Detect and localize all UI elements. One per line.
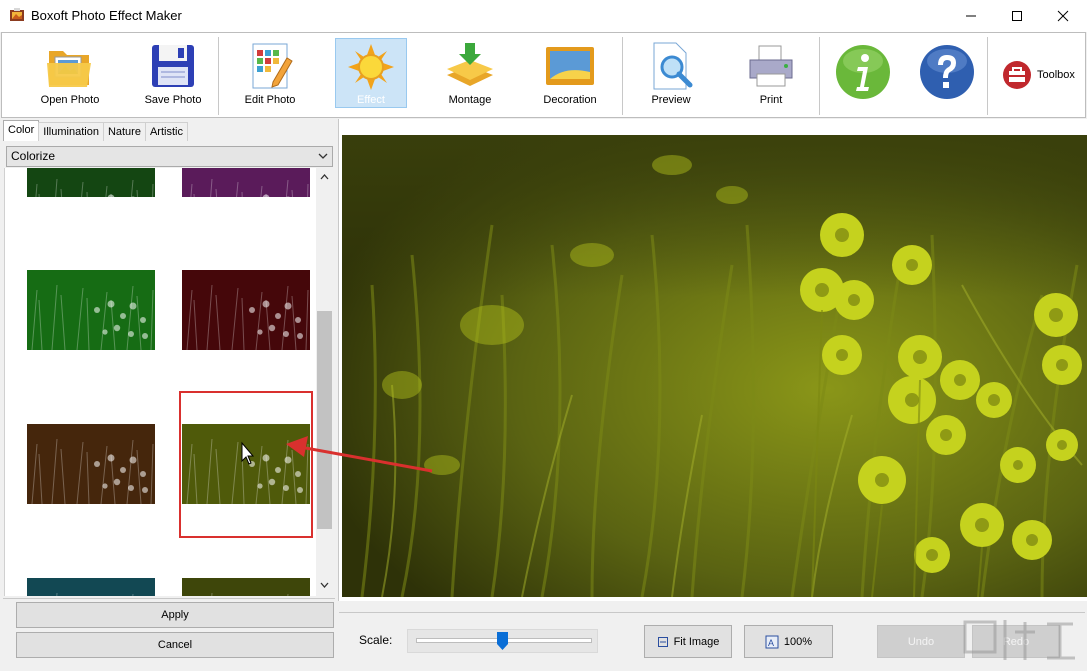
cancel-button[interactable]: Cancel bbox=[16, 632, 334, 658]
magnifier-document-icon bbox=[646, 41, 696, 91]
effect-label: Effect bbox=[357, 94, 385, 106]
preview-button[interactable]: Preview bbox=[633, 33, 709, 117]
edit-photo-button[interactable]: Edit Photo bbox=[232, 33, 308, 117]
minimize-icon bbox=[966, 15, 976, 16]
printer-icon bbox=[746, 41, 796, 91]
preview-area bbox=[338, 119, 1087, 601]
scroll-up-icon[interactable] bbox=[320, 173, 329, 180]
montage-layers-icon bbox=[445, 41, 495, 91]
close-button[interactable] bbox=[1040, 0, 1086, 31]
selection-highlight-box bbox=[179, 391, 313, 538]
zoom-100-label: 100% bbox=[783, 635, 813, 648]
edit-grid-pencil-icon bbox=[245, 41, 295, 91]
info-button[interactable] bbox=[832, 33, 894, 117]
montage-label: Montage bbox=[448, 94, 492, 106]
main-toolbar: Open Photo Save Photo Edit Photo Effect … bbox=[1, 32, 1086, 118]
toolbox-button[interactable]: Toolbox bbox=[1000, 33, 1084, 117]
save-photo-label: Save Photo bbox=[144, 94, 202, 106]
effect-button[interactable]: Effect bbox=[335, 38, 407, 108]
toolbar-separator bbox=[622, 37, 623, 115]
zoom-100-button[interactable]: A 100% bbox=[744, 625, 833, 658]
toolbox-label: Toolbox bbox=[1037, 69, 1075, 81]
apply-button[interactable]: Apply bbox=[16, 602, 334, 628]
scrollbar-thumb[interactable] bbox=[317, 311, 332, 529]
scroll-down-icon[interactable] bbox=[320, 582, 329, 589]
open-photo-button[interactable]: Open Photo bbox=[32, 33, 108, 117]
scale-slider[interactable] bbox=[407, 629, 598, 653]
print-button[interactable]: Print bbox=[733, 33, 809, 117]
montage-button[interactable]: Montage bbox=[432, 33, 508, 117]
help-question-icon bbox=[918, 43, 976, 101]
tab-color[interactable]: Color bbox=[3, 120, 40, 141]
help-button[interactable] bbox=[916, 33, 978, 117]
effect-select[interactable]: Colorize bbox=[6, 146, 333, 167]
effect-thumbnail-green[interactable] bbox=[27, 168, 155, 197]
fit-image-icon bbox=[657, 636, 668, 647]
fit-image-label: Fit Image bbox=[673, 635, 720, 648]
folder-photo-icon bbox=[45, 41, 95, 91]
effect-thumbnail-bright-green[interactable] bbox=[27, 270, 155, 350]
effect-thumbnail-brown[interactable] bbox=[27, 424, 155, 504]
effect-thumbnail-teal[interactable] bbox=[27, 578, 155, 596]
preview-label: Preview bbox=[651, 94, 691, 106]
decoration-label: Decoration bbox=[543, 94, 597, 106]
tab-nature[interactable]: Nature bbox=[102, 122, 146, 141]
picture-frame-icon bbox=[545, 41, 595, 91]
info-icon bbox=[834, 43, 892, 101]
maximize-icon bbox=[1012, 10, 1022, 21]
decoration-button[interactable]: Decoration bbox=[532, 33, 608, 117]
print-label: Print bbox=[759, 94, 783, 106]
actual-size-icon: A bbox=[765, 635, 779, 648]
watermark-logo bbox=[963, 620, 1075, 660]
effect-select-value: Colorize bbox=[11, 149, 56, 163]
save-photo-button[interactable]: Save Photo bbox=[135, 33, 211, 117]
effect-category-tabs: Color Illumination Nature Artistic bbox=[3, 120, 188, 142]
fit-image-button[interactable]: Fit Image bbox=[644, 625, 732, 658]
close-icon bbox=[1057, 10, 1069, 21]
open-photo-label: Open Photo bbox=[40, 94, 100, 106]
slider-handle[interactable] bbox=[497, 632, 508, 650]
app-icon bbox=[10, 8, 24, 21]
tab-illumination[interactable]: Illumination bbox=[38, 122, 104, 141]
toolbar-separator bbox=[987, 37, 988, 115]
toolbar-separator bbox=[819, 37, 820, 115]
edit-photo-label: Edit Photo bbox=[244, 94, 296, 106]
tab-artistic[interactable]: Artistic bbox=[144, 122, 188, 141]
thumbnail-scrollbar[interactable] bbox=[316, 168, 333, 596]
sun-icon bbox=[346, 42, 396, 92]
chevron-down-icon bbox=[318, 153, 328, 159]
preview-image[interactable] bbox=[342, 135, 1087, 597]
svg-text:A: A bbox=[768, 638, 774, 648]
scale-label: Scale: bbox=[359, 633, 393, 647]
undo-button[interactable]: Undo bbox=[877, 625, 965, 658]
floppy-disk-icon bbox=[148, 41, 198, 91]
maximize-button[interactable] bbox=[994, 0, 1040, 31]
toolbar-separator bbox=[218, 37, 219, 115]
window-title: Boxoft Photo Effect Maker bbox=[31, 8, 182, 23]
title-bar: Boxoft Photo Effect Maker bbox=[0, 0, 1087, 32]
effect-thumbnail-magenta[interactable] bbox=[182, 168, 310, 197]
effect-thumbnail-dark-red[interactable] bbox=[182, 270, 310, 350]
panel-divider bbox=[3, 598, 335, 599]
toolbox-icon bbox=[1003, 61, 1031, 89]
effect-thumbnail-olive[interactable] bbox=[182, 578, 310, 596]
minimize-button[interactable] bbox=[948, 0, 994, 31]
